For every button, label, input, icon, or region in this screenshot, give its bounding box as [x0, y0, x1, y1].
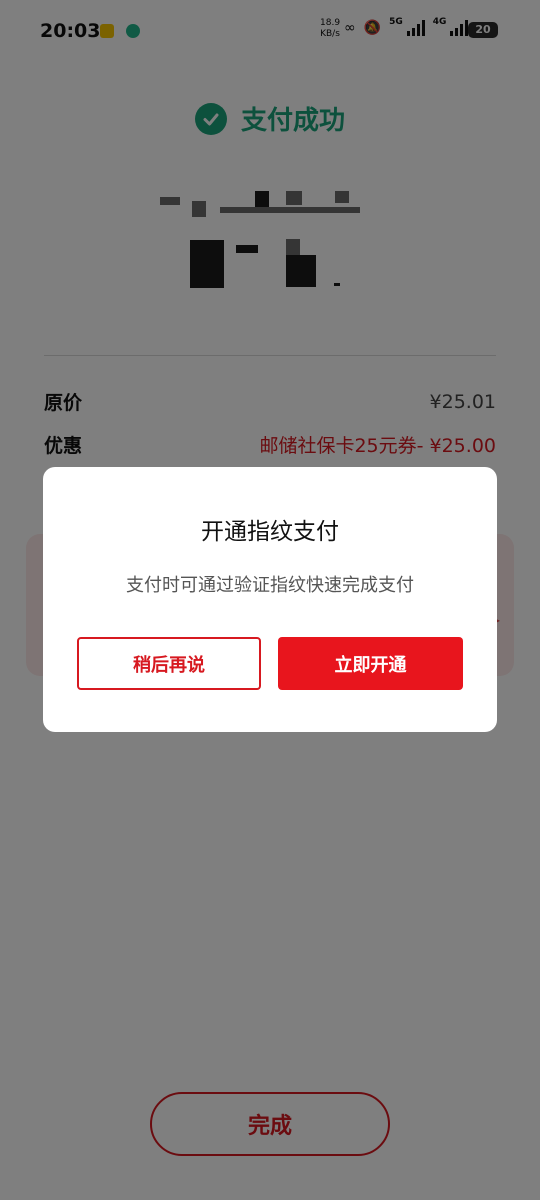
fingerprint-pay-dialog: 开通指纹支付 支付时可通过验证指纹快速完成支付 稍后再说 立即开通: [43, 467, 497, 732]
enable-fingerprint-button[interactable]: 立即开通: [278, 637, 463, 690]
later-button[interactable]: 稍后再说: [77, 637, 261, 690]
dialog-title: 开通指纹支付: [201, 519, 339, 545]
dialog-description: 支付时可通过验证指纹快速完成支付: [126, 575, 414, 596]
